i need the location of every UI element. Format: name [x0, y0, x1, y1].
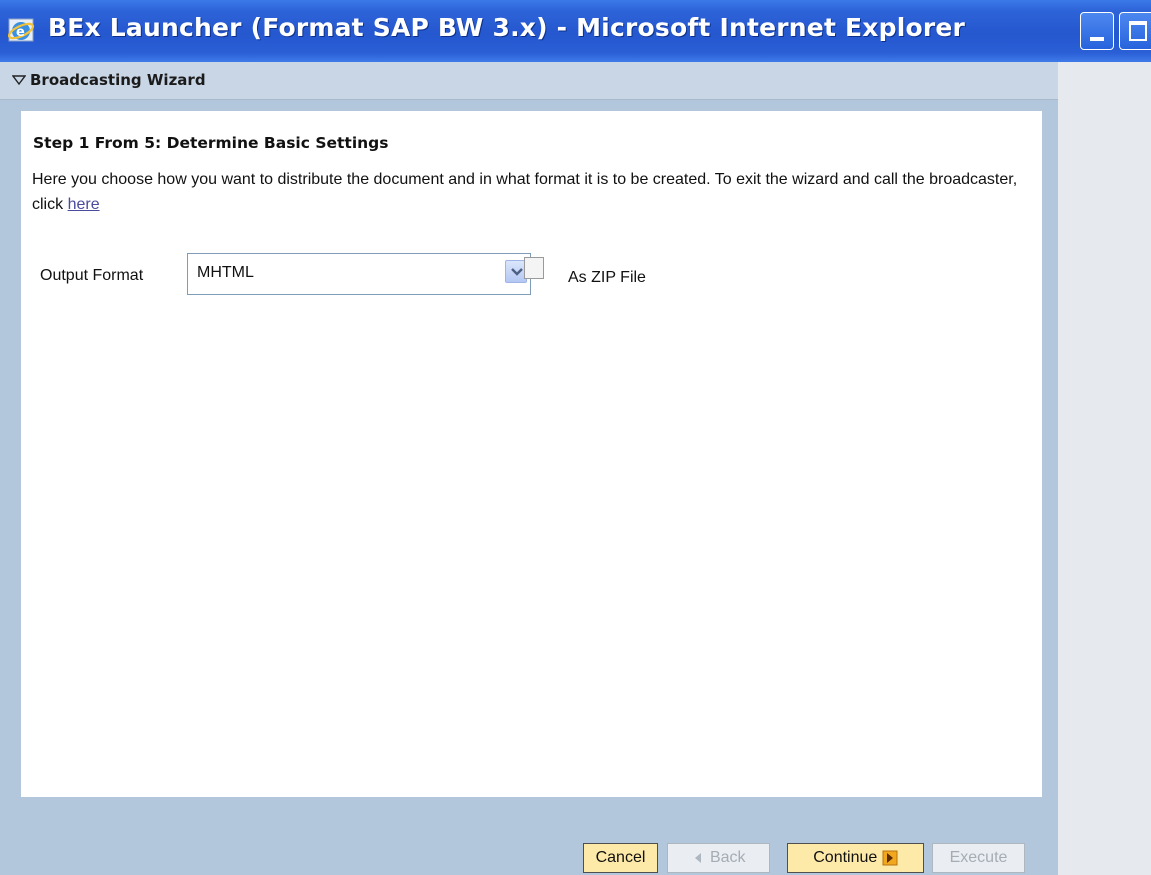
step-description: Here you choose how you want to distribu… [32, 167, 1022, 217]
continue-button[interactable]: Continue [787, 843, 924, 873]
description-text: Here you choose how you want to distribu… [32, 171, 1018, 213]
arrow-right-icon [882, 850, 898, 866]
output-format-value: MHTML [197, 264, 254, 281]
cancel-label: Cancel [595, 849, 646, 866]
window-title: BEx Launcher (Format SAP BW 3.x) - Micro… [48, 13, 966, 42]
cancel-button[interactable]: Cancel [583, 843, 658, 873]
window-titlebar[interactable]: e BEx Launcher (Format SAP BW 3.x) - Mic… [0, 0, 1151, 62]
chevron-down-icon [511, 268, 523, 276]
step-title: Step 1 From 5: Determine Basic Settings [33, 134, 389, 152]
broadcaster-link[interactable]: here [68, 196, 100, 213]
maximize-icon [1129, 21, 1147, 41]
minimize-button[interactable] [1080, 12, 1114, 50]
ie-icon: e [8, 18, 35, 42]
back-button: Back [667, 843, 770, 873]
right-side-area [1058, 62, 1151, 875]
execute-label: Execute [949, 849, 1008, 866]
zip-file-checkbox[interactable] [524, 257, 544, 279]
zip-file-label: As ZIP File [568, 269, 646, 286]
back-label: Back [709, 849, 746, 866]
svg-text:e: e [16, 25, 25, 40]
wizard-title: Broadcasting Wizard [30, 71, 206, 89]
continue-label: Continue [813, 849, 878, 866]
maximize-button[interactable] [1119, 12, 1151, 50]
wizard-content: Step 1 From 5: Determine Basic Settings … [21, 111, 1042, 797]
output-format-label: Output Format [40, 267, 144, 284]
broadcasting-wizard-panel: Broadcasting Wizard Step 1 From 5: Deter… [0, 62, 1058, 875]
arrow-left-icon [695, 852, 702, 863]
wizard-header[interactable]: Broadcasting Wizard [0, 62, 1058, 100]
output-format-select[interactable]: MHTML [187, 253, 531, 295]
minimize-icon [1090, 37, 1104, 41]
execute-button: Execute [932, 843, 1025, 873]
collapse-triangle-icon[interactable] [12, 73, 26, 87]
